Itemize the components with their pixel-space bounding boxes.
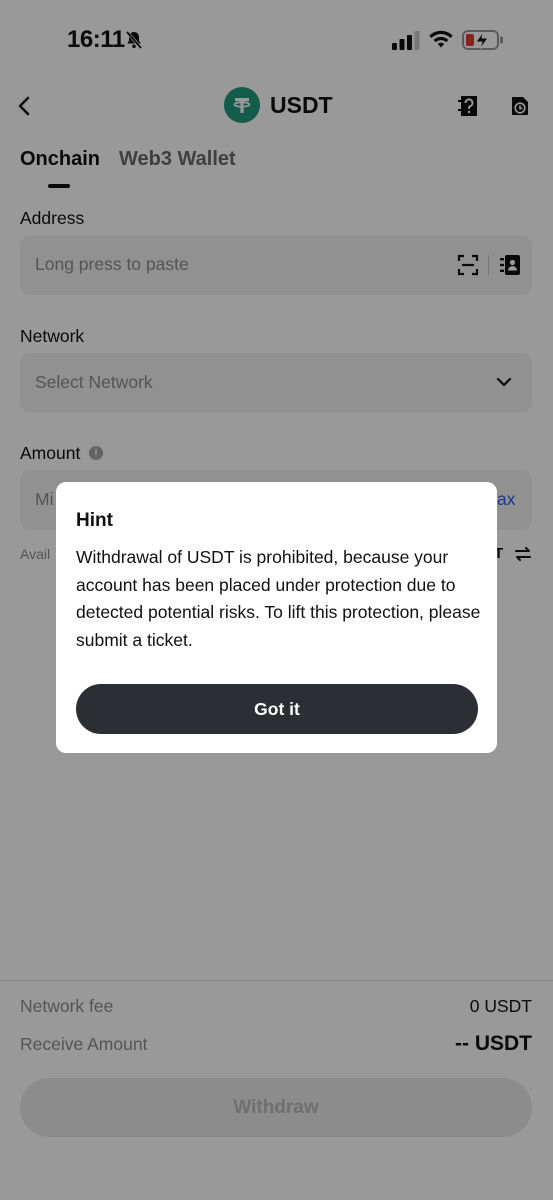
got-it-button[interactable]: Got it [76, 684, 478, 734]
hint-dialog: Hint Withdrawal of USDT is prohibited, b… [56, 482, 497, 753]
dialog-title: Hint [76, 510, 113, 531]
dialog-message: Withdrawal of USDT is prohibited, becaus… [76, 547, 481, 650]
